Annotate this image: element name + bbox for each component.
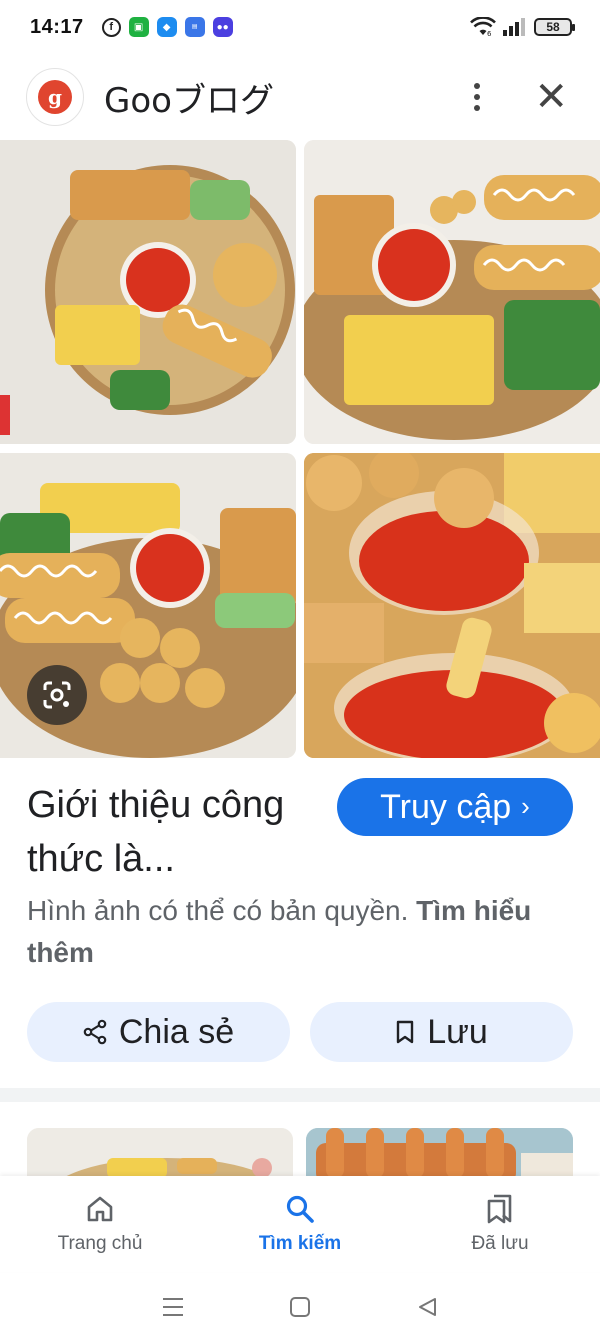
nav-saved[interactable]: Đã lưu (400, 1176, 600, 1272)
save-button[interactable]: Lưu (310, 1002, 573, 1062)
bookmarks-icon (487, 1194, 512, 1224)
nav-saved-label: Đã lưu (471, 1233, 529, 1254)
status-app-icons: f ▣ ◆ ▤ ●● (101, 17, 233, 37)
copyright-text: Hình ảnh có thể có bản quyền. (27, 895, 409, 926)
nav-home-label: Trang chủ (57, 1233, 143, 1254)
app-header: g Gooブログ ✕ (0, 58, 600, 136)
back-triangle-icon (418, 1298, 436, 1316)
related-image-1[interactable] (27, 1128, 293, 1178)
status-indicators: 6 58 (470, 17, 575, 37)
visit-button[interactable]: Truy cập › (337, 778, 573, 836)
chevron-right-icon: › (521, 790, 530, 821)
battery-icon: 58 (534, 18, 575, 36)
signal-icon (503, 18, 525, 36)
game-controller-icon: ●● (212, 17, 233, 37)
result-title: Giới thiệu công thức là... (27, 784, 285, 880)
recent-apps-button[interactable] (153, 1287, 193, 1327)
related-images-row (0, 1128, 600, 1178)
home-icon (87, 1196, 113, 1222)
visit-button-label: Truy cập (380, 787, 512, 826)
square-icon (289, 1297, 310, 1317)
close-button[interactable]: ✕ (534, 77, 568, 117)
system-navigation (0, 1276, 600, 1338)
menu-icon (163, 1298, 184, 1316)
search-icon (286, 1195, 314, 1223)
novel-toon-icon: ▤ (184, 17, 205, 37)
copyright-notice: Hình ảnh có thể có bản quyền. Tìm hiểu t… (27, 890, 567, 974)
site-logo: g (26, 68, 84, 126)
related-image-2[interactable] (306, 1128, 573, 1178)
food-image-1[interactable] (0, 140, 296, 444)
food-image-2[interactable] (304, 140, 600, 444)
lens-search-button[interactable] (27, 665, 87, 725)
section-divider (0, 1088, 600, 1102)
bookmark-icon (397, 1020, 414, 1044)
status-time: 14:17 (30, 15, 84, 38)
action-buttons: Chia sẻ Lưu (27, 1002, 573, 1062)
app-green-icon: ▣ (128, 17, 149, 37)
save-label: Lưu (427, 1012, 488, 1051)
back-button[interactable] (407, 1287, 447, 1327)
status-bar: 14:17 f ▣ ◆ ▤ ●● 6 58 (0, 0, 600, 54)
site-logo-icon: g (38, 80, 72, 114)
nav-search[interactable]: Tìm kiếm (200, 1176, 400, 1272)
more-options-button[interactable] (462, 77, 492, 117)
food-image-4[interactable] (304, 453, 600, 758)
nav-home[interactable]: Trang chủ (0, 1176, 200, 1272)
home-system-button[interactable] (280, 1287, 320, 1327)
lens-icon (43, 681, 71, 709)
facebook-icon: f (101, 17, 121, 37)
share-button[interactable]: Chia sẻ (27, 1002, 290, 1062)
image-grid (0, 140, 600, 758)
app-blue-icon: ◆ (156, 17, 177, 37)
more-vertical-icon (474, 83, 481, 89)
bottom-navigation: Trang chủ Tìm kiếm Đã lưu (0, 1176, 600, 1272)
nav-search-label: Tìm kiếm (258, 1233, 342, 1254)
site-name: Gooブログ (104, 80, 274, 121)
share-label: Chia sẻ (118, 1012, 235, 1051)
wifi-icon: 6 (470, 17, 496, 37)
svg-text:6: 6 (487, 30, 492, 37)
share-icon (83, 1019, 107, 1045)
result-info: Giới thiệu công thức là... Truy cập › Hì… (0, 772, 600, 1092)
